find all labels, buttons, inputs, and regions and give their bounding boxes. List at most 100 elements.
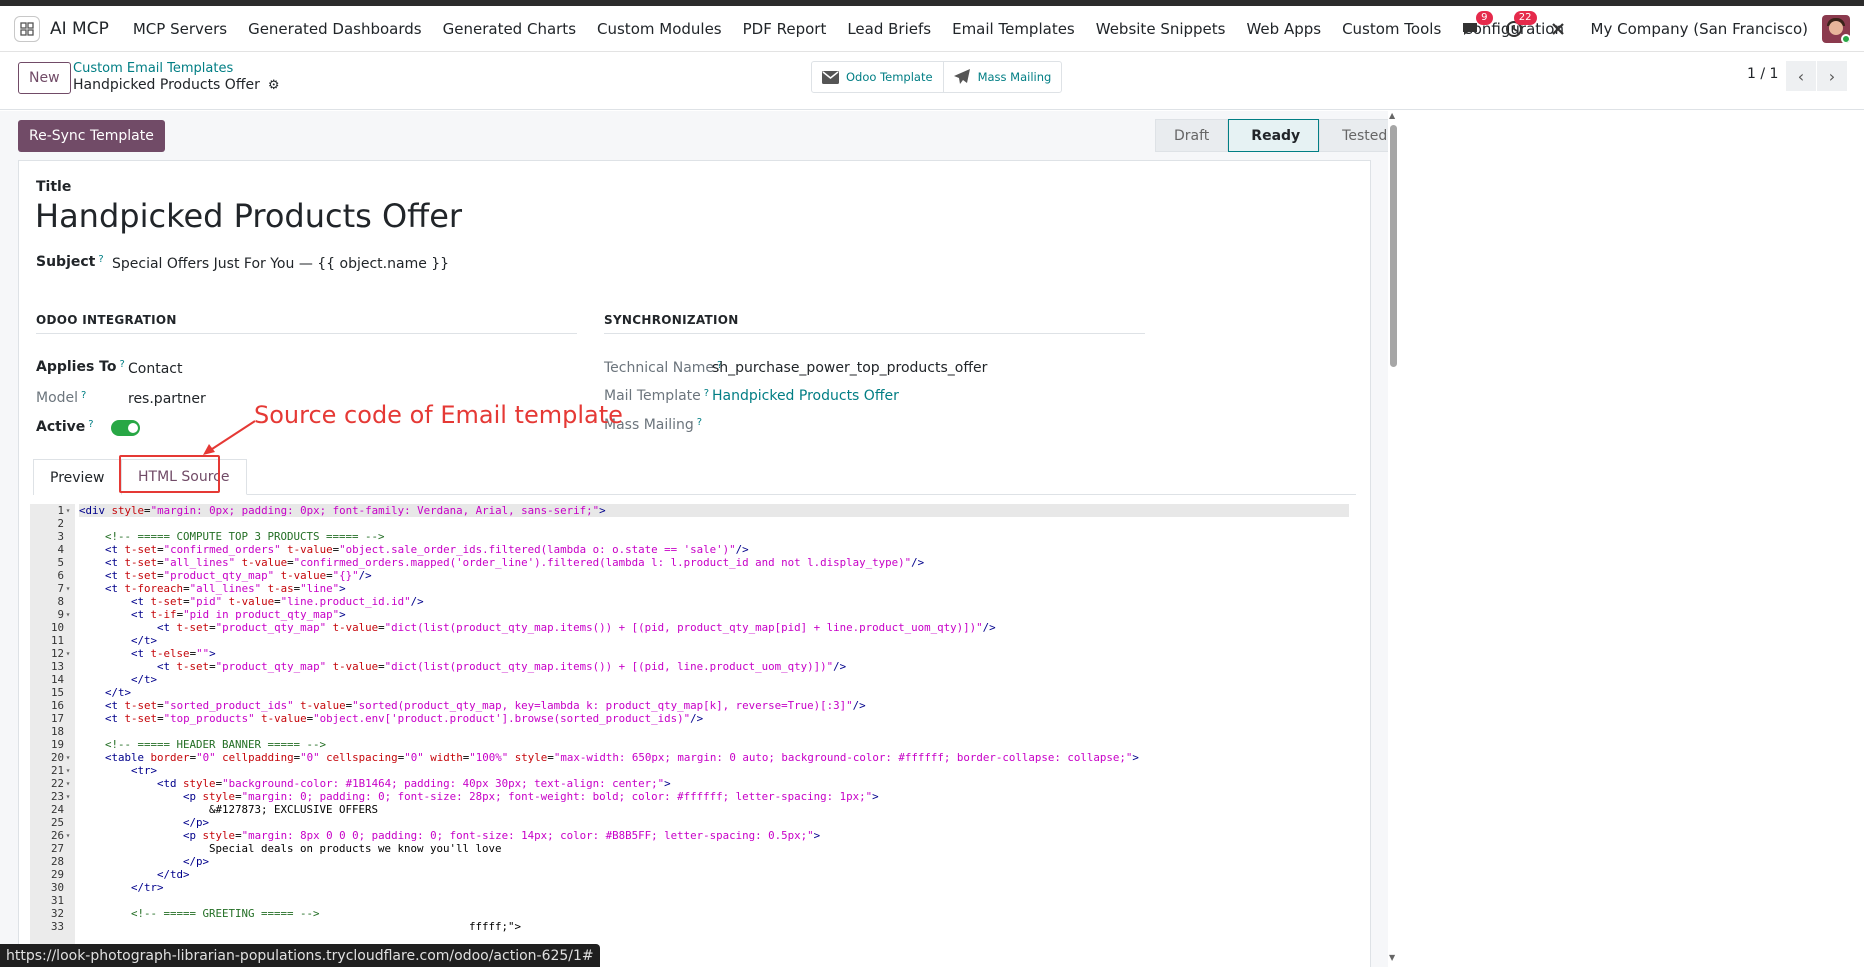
code-line[interactable] xyxy=(79,894,1349,907)
new-button[interactable]: New xyxy=(18,62,71,94)
fold-toggle-icon[interactable]: ▾ xyxy=(64,751,72,764)
code-line[interactable]: &#127873; EXCLUSIVE OFFERS xyxy=(79,803,1349,816)
menu-item-pdf-report[interactable]: PDF Report xyxy=(743,20,827,38)
fold-toggle-icon xyxy=(64,816,72,829)
mass-mailing-smart-button[interactable]: Mass Mailing xyxy=(942,62,1062,92)
fold-toggle-icon xyxy=(64,725,72,738)
code-line[interactable]: </t> xyxy=(79,686,1349,699)
app-switcher-icon[interactable] xyxy=(14,15,40,42)
code-line[interactable]: <td style="background-color: #1B1464; pa… xyxy=(79,777,1349,790)
gear-icon[interactable]: ⚙ xyxy=(268,78,280,93)
code-line[interactable]: <t t-set="pid" t-value="line.product_id.… xyxy=(79,595,1349,608)
code-line[interactable]: <t t-set="confirmed_orders" t-value="obj… xyxy=(79,543,1349,556)
applies-to-field[interactable]: Contact xyxy=(128,361,182,377)
odoo-template-smart-button[interactable]: Odoo Template xyxy=(812,62,943,92)
help-tooltip-icon[interactable]: ? xyxy=(88,419,93,430)
section-divider xyxy=(36,333,577,334)
code-content[interactable]: <div style="margin: 0px; padding: 0px; f… xyxy=(79,504,1349,933)
menu-item-generated-dashboards[interactable]: Generated Dashboards xyxy=(248,20,422,38)
code-line[interactable]: <t t-set="all_lines" t-value="confirmed_… xyxy=(79,556,1349,569)
code-line[interactable]: <table border="0" cellpadding="0" cellsp… xyxy=(79,751,1349,764)
menu-item-generated-charts[interactable]: Generated Charts xyxy=(443,20,576,38)
resync-template-button[interactable]: Re-Sync Template xyxy=(18,120,165,152)
code-line[interactable]: <t t-foreach="all_lines" t-as="line"> xyxy=(79,582,1349,595)
code-line[interactable]: Special deals on products we know you'll… xyxy=(79,842,1349,855)
fold-toggle-icon xyxy=(64,517,72,530)
fold-toggle-icon[interactable]: ▾ xyxy=(64,504,72,517)
fold-toggle-icon[interactable]: ▾ xyxy=(64,790,72,803)
fold-toggle-icon[interactable]: ▾ xyxy=(64,582,72,595)
line-number: 4 xyxy=(30,543,75,556)
code-line[interactable]: <t t-set="product_qty_map" t-value="{}"/… xyxy=(79,569,1349,582)
code-line[interactable]: <t t-set="top_products" t-value="object.… xyxy=(79,712,1349,725)
code-line[interactable]: </tr> xyxy=(79,881,1349,894)
fold-toggle-icon xyxy=(64,738,72,751)
debug-tools-icon[interactable] xyxy=(1547,18,1569,40)
subject-field[interactable]: Special Offers Just For You — {{ object.… xyxy=(112,256,449,272)
html-source-editor[interactable]: 1 ▾ 2 3 4 5 6 7 ▾ 8 9 ▾ 10 11 12 ▾ 13 14 15 16 17 18 19 20 ▾ 21 ▾ 2… xyxy=(30,504,1353,967)
code-line[interactable]: <t t-if="pid in product_qty_map"> xyxy=(79,608,1349,621)
scrollbar-thumb[interactable] xyxy=(1390,125,1397,367)
help-tooltip-icon[interactable]: ? xyxy=(98,254,103,265)
menu-item-email-templates[interactable]: Email Templates xyxy=(952,20,1075,38)
code-line[interactable]: </t> xyxy=(79,673,1349,686)
menu-item-mcp-servers[interactable]: MCP Servers xyxy=(133,20,227,38)
scroll-down-icon[interactable]: ▼ xyxy=(1389,953,1395,962)
menu-item-web-apps[interactable]: Web Apps xyxy=(1246,20,1321,38)
code-line[interactable]: </td> xyxy=(79,868,1349,881)
help-tooltip-icon[interactable]: ? xyxy=(704,388,709,399)
title-field[interactable]: Handpicked Products Offer xyxy=(35,197,462,235)
menu-item-lead-briefs[interactable]: Lead Briefs xyxy=(847,20,931,38)
company-switcher[interactable]: My Company (San Francisco) xyxy=(1591,20,1808,38)
menu-item-website-snippets[interactable]: Website Snippets xyxy=(1096,20,1226,38)
help-tooltip-icon[interactable]: ? xyxy=(697,417,702,428)
user-avatar[interactable] xyxy=(1822,15,1850,43)
fold-toggle-icon[interactable]: ▾ xyxy=(64,647,72,660)
code-line[interactable]: <t t-set="sorted_product_ids" t-value="s… xyxy=(79,699,1349,712)
menu-item-custom-tools[interactable]: Custom Tools xyxy=(1342,20,1441,38)
online-status-dot xyxy=(1841,34,1850,43)
code-line[interactable]: <t t-set="product_qty_map" t-value="dict… xyxy=(79,621,1349,634)
code-line[interactable]: <!-- ===== HEADER BANNER ===== --> xyxy=(79,738,1349,751)
messages-icon[interactable]: 9 xyxy=(1459,11,1493,40)
scroll-up-icon[interactable]: ▲ xyxy=(1389,111,1395,120)
code-line[interactable] xyxy=(79,517,1349,530)
code-line[interactable]: <t t-else=""> xyxy=(79,647,1349,660)
code-line[interactable]: <div style="margin: 0px; padding: 0px; f… xyxy=(79,504,1349,517)
stage-draft[interactable]: Draft xyxy=(1155,119,1229,152)
pager-previous-button[interactable]: ‹ xyxy=(1786,61,1816,91)
fold-toggle-icon[interactable]: ▾ xyxy=(64,764,72,777)
code-line[interactable]: fffff;"> xyxy=(79,920,1349,933)
stage-tested[interactable]: Tested xyxy=(1319,119,1395,152)
code-line[interactable]: </t> xyxy=(79,634,1349,647)
vertical-scrollbar[interactable]: ▲ ▼ xyxy=(1388,111,1399,967)
pager-value[interactable]: 1 / 1 xyxy=(1747,66,1778,82)
mail-template-link[interactable]: Handpicked Products Offer xyxy=(712,388,899,404)
subject-label: Subject? xyxy=(36,254,104,270)
code-line[interactable]: <!-- ===== GREETING ===== --> xyxy=(79,907,1349,920)
menu-item-custom-modules[interactable]: Custom Modules xyxy=(597,20,722,38)
code-line[interactable] xyxy=(79,725,1349,738)
pager-next-button[interactable]: › xyxy=(1817,61,1847,91)
activity-clock-icon[interactable]: 22 xyxy=(1503,11,1537,40)
code-line[interactable]: <!-- ===== COMPUTE TOP 3 PRODUCTS ===== … xyxy=(79,530,1349,543)
code-line[interactable]: <p style="margin: 8px 0 0 0; padding: 0;… xyxy=(79,829,1349,842)
stage-ready[interactable]: Ready xyxy=(1228,119,1320,152)
help-tooltip-icon[interactable]: ? xyxy=(120,359,125,370)
fold-toggle-icon xyxy=(64,543,72,556)
code-line[interactable]: </p> xyxy=(79,855,1349,868)
breadcrumb-parent-link[interactable]: Custom Email Templates xyxy=(73,61,233,76)
code-line[interactable]: <p style="margin: 0; padding: 0; font-si… xyxy=(79,790,1349,803)
code-line[interactable]: </p> xyxy=(79,816,1349,829)
app-brand[interactable]: AI MCP xyxy=(50,19,109,39)
fold-toggle-icon[interactable]: ▾ xyxy=(64,777,72,790)
fold-toggle-icon[interactable]: ▾ xyxy=(64,829,72,842)
fold-toggle-icon[interactable]: ▾ xyxy=(64,608,72,621)
active-toggle[interactable] xyxy=(111,420,140,436)
tab-preview[interactable]: Preview xyxy=(33,459,122,495)
technical-name-label-text: Technical Name xyxy=(604,360,715,376)
help-tooltip-icon[interactable]: ? xyxy=(81,390,86,401)
code-line[interactable]: <t t-set="product_qty_map" t-value="dict… xyxy=(79,660,1349,673)
code-line[interactable]: <tr> xyxy=(79,764,1349,777)
line-number: 14 xyxy=(30,673,75,686)
